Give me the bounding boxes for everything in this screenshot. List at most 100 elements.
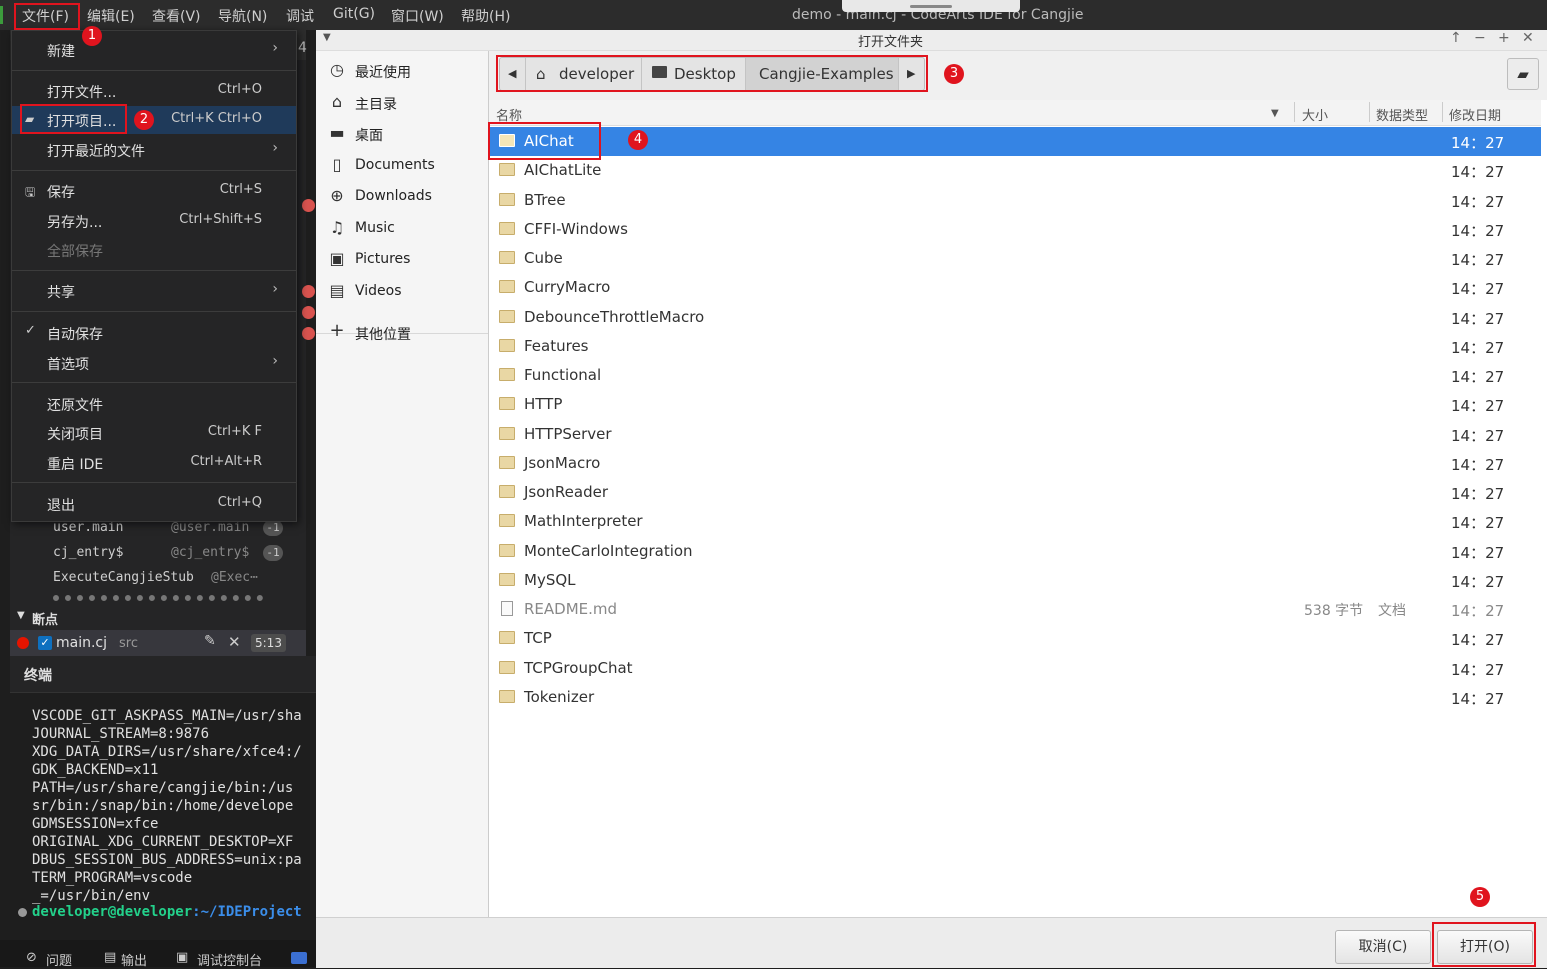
close-icon[interactable]: ✕ (228, 633, 241, 651)
debug-console-tab[interactable]: 调试控制台 (197, 950, 262, 969)
menu-item-close-project[interactable]: 关闭项目 Ctrl+K F (12, 419, 296, 447)
stack-frame[interactable]: cj_entry$ @cj_entry$ -1 (53, 545, 283, 561)
file-row[interactable]: Tokenizer 14：27 (489, 683, 1541, 712)
breakpoint-folder: src (119, 636, 138, 651)
breakpoint-item[interactable]: ✓ main.cj src ✎ ✕ 5:13 (10, 630, 306, 656)
place-pictures[interactable]: ▣ Pictures (316, 244, 488, 274)
menu-window[interactable]: 窗口(W) (391, 6, 444, 26)
menu-git[interactable]: Git(G) (333, 6, 375, 22)
file-list: 名称 ▼ 大小 数据类型 修改日期 AIChat 14：27 AIChatLite 1… (489, 100, 1547, 917)
arrow-up-icon[interactable]: ↑ (1450, 30, 1462, 46)
terminal-output[interactable]: VSCODE_GIT_ASKPASS_MAIN=/usr/sha JOURNAL… (32, 707, 302, 905)
file-row[interactable]: JsonReader 14：27 (489, 478, 1541, 507)
new-folder-icon: ▰ (1517, 65, 1529, 83)
gutter-breakpoint-icon[interactable] (302, 327, 315, 340)
file-row[interactable]: HTTPServer 14：27 (489, 420, 1541, 449)
place-downloads[interactable]: ⊕ Downloads (316, 181, 488, 211)
menu-divider (12, 311, 296, 312)
folder-icon: ▬ (329, 123, 345, 142)
gutter-breakpoint-icon[interactable] (302, 199, 315, 212)
menu-item-open-recent[interactable]: 打开最近的文件 › (12, 136, 296, 164)
menu-item-new[interactable]: 新建 › (12, 36, 296, 64)
file-row[interactable]: AIChatLite 14：27 (489, 156, 1541, 185)
file-row[interactable]: TCPGroupChat 14：27 (489, 654, 1541, 683)
column-header-type[interactable]: 数据类型 (1376, 105, 1428, 124)
dialog-menu-icon[interactable]: ▼ (323, 32, 331, 43)
sort-down-icon[interactable]: ▼ (1271, 108, 1279, 119)
breakpoints-header[interactable]: ▼ 断点 (10, 605, 306, 629)
file-modified: 14：27 (1451, 543, 1505, 562)
file-row[interactable]: Cube 14：27 (489, 244, 1541, 273)
place-label: Documents (355, 157, 435, 173)
output-tab[interactable]: 输出 (121, 950, 147, 969)
menu-item-revert-file[interactable]: 还原文件 (12, 390, 296, 418)
place-music[interactable]: ♫ Music (316, 213, 488, 243)
menu-item-share[interactable]: 共享 › (12, 277, 296, 305)
menu-item-save[interactable]: 🖫 保存 Ctrl+S (12, 177, 296, 205)
menu-item-save-as[interactable]: 另存为... Ctrl+Shift+S (12, 207, 296, 235)
gutter-breakpoint-icon[interactable] (302, 306, 315, 319)
place-desktop[interactable]: ▬ 桌面 (316, 118, 488, 148)
stack-frame-name: ExecuteCangjieStub (53, 570, 194, 585)
maximize-icon[interactable]: + (1498, 30, 1510, 46)
menu-item-restart-ide[interactable]: 重启 IDE Ctrl+Alt+R (12, 449, 296, 477)
terminal-prompt: developer@developer:~/IDEProject (32, 904, 302, 920)
breakpoint-checkbox[interactable]: ✓ (38, 636, 52, 650)
step-badge: 1 (82, 26, 102, 46)
gutter-breakpoint-icon[interactable] (302, 285, 315, 298)
stack-frame[interactable]: user.main @user.main -1 (53, 520, 283, 536)
close-icon[interactable]: ✕ (1522, 30, 1534, 46)
place-other-locations[interactable]: + 其他位置 (316, 317, 488, 347)
problems-tab[interactable]: 问题 (46, 950, 72, 969)
menu-item-open-file[interactable]: 打开文件... Ctrl+O (12, 77, 296, 105)
new-folder-button[interactable]: ▰ (1507, 58, 1539, 90)
place-videos[interactable]: ▤ Videos (316, 276, 488, 306)
place-documents[interactable]: ▯ Documents (316, 150, 488, 180)
file-modified: 14：27 (1451, 280, 1505, 299)
menu-item-exit[interactable]: 退出 Ctrl+Q (12, 490, 296, 518)
file-row[interactable]: Features 14：27 (489, 332, 1541, 361)
column-header-size[interactable]: 大小 (1302, 105, 1328, 124)
menu-divider (12, 482, 296, 483)
debug-console-icon: ▣ (176, 950, 189, 965)
column-header-modified[interactable]: 修改日期 (1449, 105, 1501, 124)
place-recent[interactable]: ◷ 最近使用 (316, 55, 488, 85)
file-row[interactable]: MonteCarloIntegration 14：27 (489, 537, 1541, 566)
place-label: 桌面 (355, 128, 383, 144)
dialog-titlebar[interactable]: ▼ 打开文件夹 ↑ − + ✕ (316, 30, 1547, 51)
highlight-file-menu (14, 3, 80, 30)
video-icon: ▤ (329, 281, 345, 300)
menu-item-preferences[interactable]: 首选项 › (12, 349, 296, 377)
terminal-tab-icon[interactable] (291, 952, 307, 964)
file-row[interactable]: DebounceThrottleMacro 14：27 (489, 303, 1541, 332)
file-row[interactable]: MySQL 14：27 (489, 566, 1541, 595)
file-row[interactable]: Functional 14：27 (489, 361, 1541, 390)
window-drag-handle[interactable] (842, 0, 1020, 12)
menu-item-label: 重启 IDE (47, 457, 104, 473)
edit-icon[interactable]: ✎ (204, 633, 216, 649)
breakpoint-dot-icon (17, 637, 29, 649)
minimize-icon[interactable]: − (1474, 30, 1486, 46)
file-name: Features (524, 336, 589, 355)
file-row[interactable]: BTree 14：27 (489, 186, 1541, 215)
menu-item-label: 关闭项目 (47, 427, 103, 443)
file-name: JsonReader (524, 483, 609, 501)
file-modified: 14：27 (1451, 631, 1505, 650)
place-home[interactable]: ⌂ 主目录 (316, 87, 488, 117)
terminal-panel: 终端 VSCODE_GIT_ASKPASS_MAIN=/usr/sha JOUR… (10, 656, 316, 940)
file-row[interactable]: CurryMacro 14：27 (489, 273, 1541, 302)
menu-item-auto-save[interactable]: ✓ 自动保存 (12, 319, 296, 347)
file-row[interactable]: MathInterpreter 14：27 (489, 507, 1541, 536)
file-row[interactable]: CFFI-Windows 14：27 (489, 215, 1541, 244)
file-row[interactable]: JsonMacro 14：27 (489, 449, 1541, 478)
terminal-header (10, 656, 316, 693)
file-row[interactable]: TCP 14：27 (489, 624, 1541, 653)
cancel-button[interactable]: 取消(C) (1335, 930, 1431, 964)
menu-help[interactable]: 帮助(H) (461, 6, 510, 26)
file-list-header: 名称 ▼ 大小 数据类型 修改日期 (489, 100, 1541, 126)
file-row[interactable]: HTTP 14：27 (489, 390, 1541, 419)
stack-frame[interactable]: ExecuteCangjieStub @Exec⋯ (53, 570, 258, 585)
file-row[interactable]: README.md 538 字节 文档 14：27 (489, 595, 1541, 624)
stack-frame-count: -1 (263, 520, 283, 536)
file-modified: 14：27 (1451, 251, 1505, 269)
